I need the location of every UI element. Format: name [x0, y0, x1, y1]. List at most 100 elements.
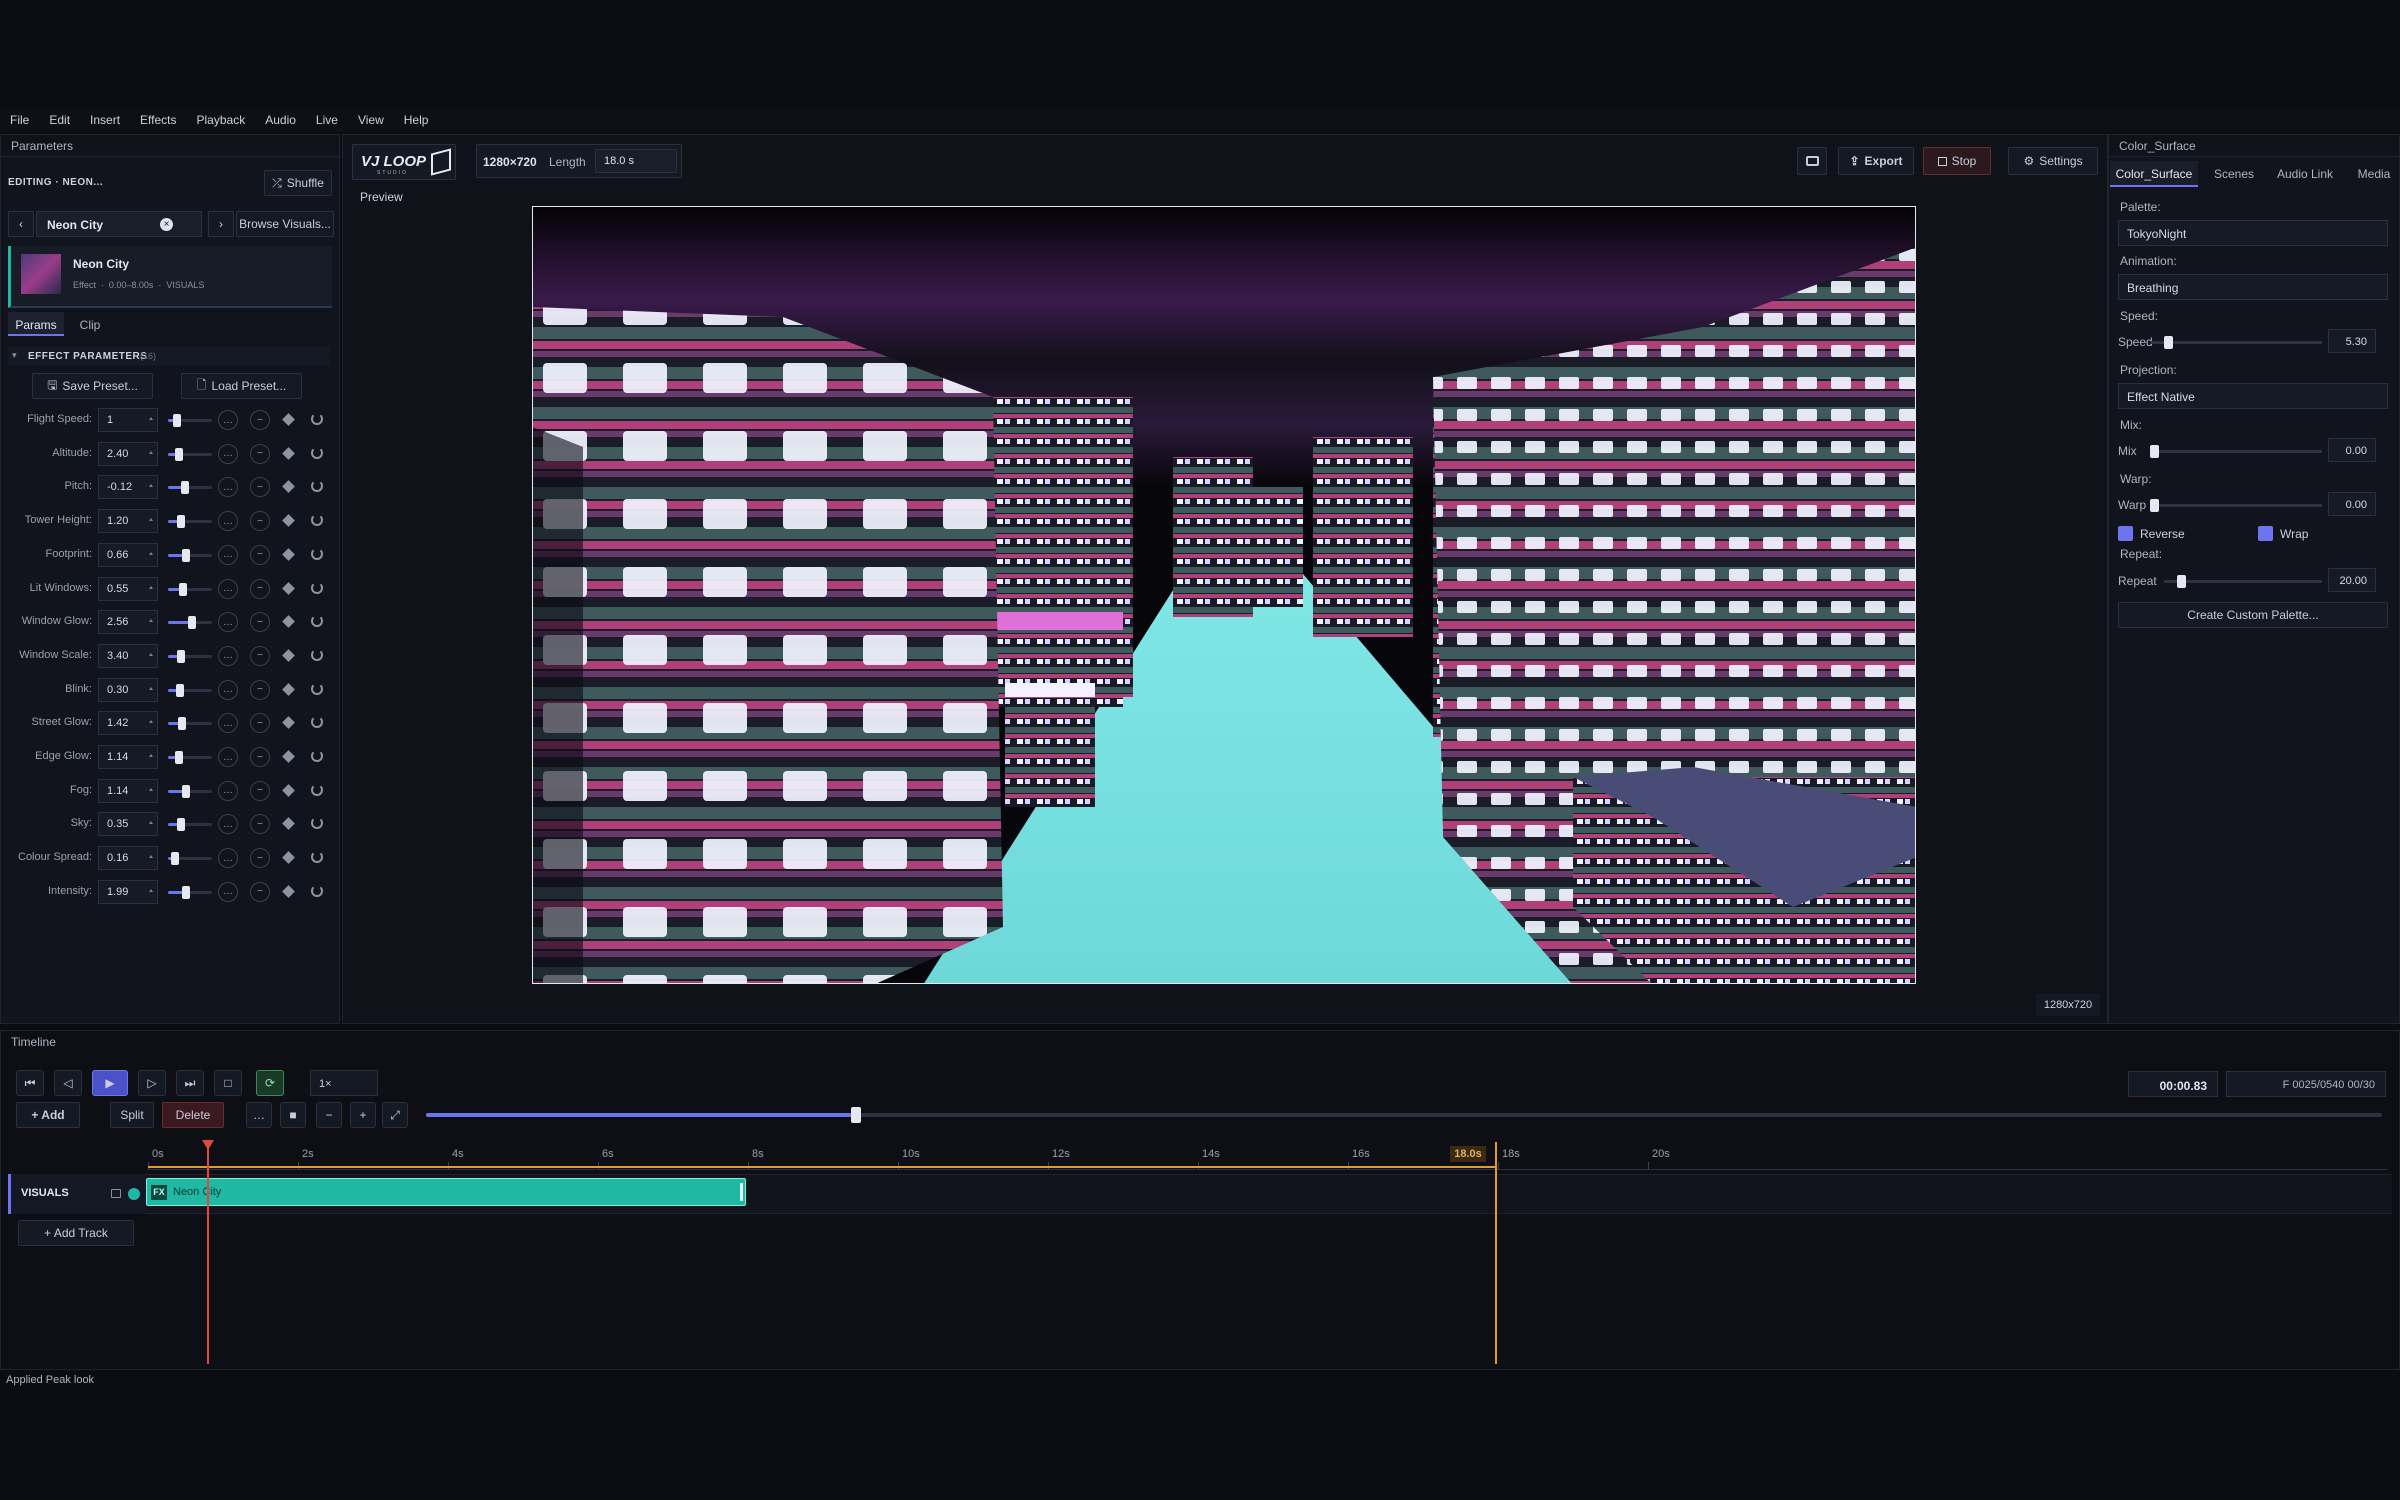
keyframe-icon[interactable]: [282, 851, 295, 864]
tab-media[interactable]: Media: [2344, 161, 2400, 187]
param-value-input[interactable]: 0.66: [98, 542, 158, 567]
preview-viewport[interactable]: [532, 206, 1916, 984]
repeat-value[interactable]: 20.00: [2328, 568, 2376, 592]
param-slider[interactable]: [168, 683, 212, 697]
next-visual-button[interactable]: ›: [208, 211, 234, 237]
more-icon[interactable]: …: [218, 410, 238, 430]
more-icon[interactable]: …: [218, 713, 238, 734]
param-slider[interactable]: [168, 649, 212, 663]
more-icon[interactable]: …: [218, 780, 238, 801]
minus-icon[interactable]: −: [250, 780, 270, 801]
minus-icon[interactable]: −: [250, 544, 270, 565]
more-icon[interactable]: …: [218, 679, 238, 700]
param-slider-handle[interactable]: [181, 784, 190, 798]
param-value-input[interactable]: 2.56: [98, 610, 158, 635]
param-slider[interactable]: [168, 515, 212, 529]
length-input[interactable]: 18.0 s: [595, 149, 677, 173]
mix-value[interactable]: 0.00: [2328, 438, 2376, 462]
lock-icon[interactable]: [111, 1189, 121, 1198]
more-button[interactable]: …: [246, 1102, 272, 1128]
palette-select[interactable]: TokyoNight: [2118, 220, 2388, 246]
repeat-slider-handle[interactable]: [2176, 575, 2186, 588]
param-slider[interactable]: [168, 717, 212, 731]
more-icon[interactable]: …: [218, 612, 238, 633]
minus-icon[interactable]: −: [250, 477, 270, 498]
snapshot-button[interactable]: [1797, 147, 1827, 175]
playhead-handle[interactable]: [202, 1140, 214, 1150]
param-value-input[interactable]: 1: [98, 408, 158, 432]
menu-item-audio[interactable]: Audio: [265, 113, 296, 127]
menu-item-view[interactable]: View: [358, 113, 384, 127]
warp-slider[interactable]: Warp 0.00: [2118, 492, 2388, 518]
reset-icon[interactable]: [311, 446, 323, 459]
warp-value[interactable]: 0.00: [2328, 492, 2376, 516]
mix-slider[interactable]: Mix 0.00: [2118, 438, 2388, 464]
playback-rate-select[interactable]: 1×: [310, 1070, 378, 1096]
browse-visuals-button[interactable]: Browse Visuals...: [236, 211, 334, 237]
reset-icon[interactable]: [311, 884, 323, 897]
minus-icon[interactable]: −: [250, 443, 270, 464]
menu-item-help[interactable]: Help: [404, 113, 429, 127]
warp-slider-handle[interactable]: [2150, 499, 2159, 512]
fit-button[interactable]: ⤢: [382, 1102, 408, 1128]
param-value-input[interactable]: 1.99: [98, 879, 158, 904]
zoom-slider[interactable]: [426, 1107, 2382, 1123]
param-value-input[interactable]: 0.55: [98, 576, 158, 601]
param-value-input[interactable]: 1.14: [98, 745, 158, 769]
param-slider[interactable]: [168, 751, 212, 764]
tab-scenes[interactable]: Scenes: [2202, 161, 2266, 187]
create-custom-palette-button[interactable]: Create Custom Palette...: [2118, 602, 2388, 628]
add-track-button[interactable]: + Add Track: [18, 1220, 134, 1246]
projection-select[interactable]: Effect Native: [2118, 383, 2388, 409]
load-preset-button[interactable]: 🗋 Load Preset...: [181, 373, 302, 399]
track-header[interactable]: VISUALS: [8, 1174, 146, 1214]
step-forward-button[interactable]: ▷: [138, 1070, 166, 1096]
minus-icon[interactable]: −: [250, 612, 270, 633]
keyframe-icon[interactable]: [282, 446, 295, 460]
keyframe-icon[interactable]: [282, 817, 295, 831]
reset-icon[interactable]: [311, 413, 323, 425]
param-slider[interactable]: [168, 481, 212, 495]
menu-item-insert[interactable]: Insert: [90, 113, 120, 127]
param-slider-handle[interactable]: [177, 818, 186, 832]
param-slider-handle[interactable]: [177, 515, 186, 529]
param-slider[interactable]: [168, 852, 212, 866]
skip-end-button[interactable]: ⏭: [176, 1070, 204, 1096]
param-value-input[interactable]: 1.14: [98, 778, 158, 803]
loop-end-line[interactable]: [1495, 1142, 1497, 1364]
stop-playback-button[interactable]: □: [214, 1070, 242, 1096]
param-slider[interactable]: [168, 414, 212, 427]
visual-selector[interactable]: Neon City ×: [36, 211, 202, 237]
settings-button[interactable]: ⚙ Settings: [2008, 147, 2098, 175]
keyframe-icon[interactable]: [282, 581, 295, 595]
more-icon[interactable]: …: [218, 645, 238, 666]
reset-icon[interactable]: [311, 851, 323, 864]
reset-icon[interactable]: [311, 783, 323, 796]
tab-params[interactable]: Params: [8, 312, 64, 336]
param-value-input[interactable]: 0.35: [98, 812, 158, 837]
param-slider-handle[interactable]: [188, 616, 197, 630]
minus-icon[interactable]: −: [250, 848, 270, 869]
keyframe-icon[interactable]: [282, 682, 295, 696]
timeline-clip[interactable]: FX Neon City: [146, 1178, 746, 1206]
menu-item-edit[interactable]: Edit: [49, 113, 70, 127]
param-slider[interactable]: [168, 885, 212, 899]
param-slider-handle[interactable]: [176, 683, 185, 697]
menu-item-playback[interactable]: Playback: [197, 113, 246, 127]
reset-icon[interactable]: [311, 648, 323, 661]
keyframe-icon[interactable]: [282, 514, 295, 527]
loop-toggle[interactable]: ⟳: [256, 1070, 284, 1096]
param-value-input[interactable]: 3.40: [98, 643, 158, 668]
minus-icon[interactable]: −: [250, 814, 270, 835]
param-slider[interactable]: [168, 616, 212, 630]
keyframe-icon[interactable]: [282, 783, 295, 797]
more-icon[interactable]: …: [218, 848, 238, 869]
split-button[interactable]: Split: [110, 1102, 154, 1128]
reset-icon[interactable]: [311, 615, 323, 628]
end-marker-label[interactable]: 18.0s: [1450, 1146, 1486, 1162]
reverse-checkbox[interactable]: [2118, 526, 2133, 541]
param-value-input[interactable]: 1.42: [98, 711, 158, 736]
tab-color-surface[interactable]: Color_Surface: [2110, 161, 2198, 187]
minus-icon[interactable]: −: [250, 578, 270, 599]
param-value-input[interactable]: 1.20: [98, 509, 158, 534]
